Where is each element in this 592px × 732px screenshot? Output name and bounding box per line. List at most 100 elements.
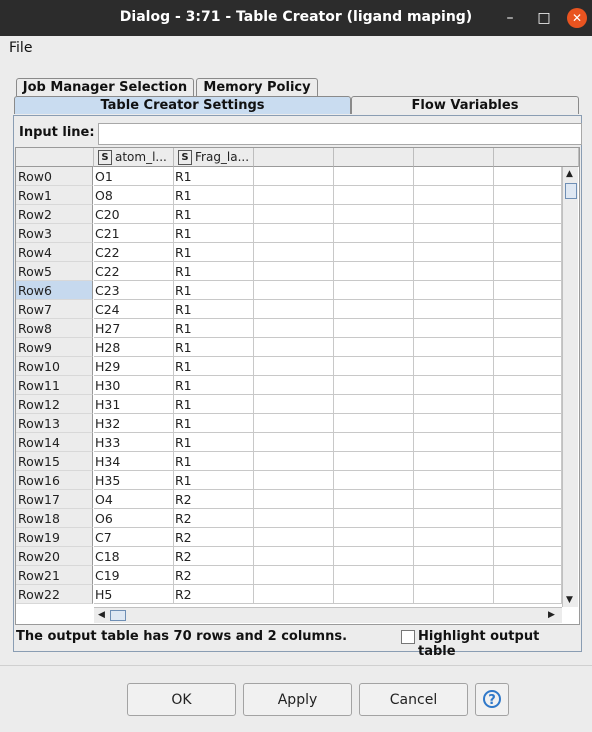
highlight-output-checkbox[interactable] [401,630,415,644]
cell-empty[interactable] [254,281,334,300]
cell-empty[interactable] [334,224,414,243]
cell-atom[interactable]: C22 [94,262,174,281]
cell-empty[interactable] [414,566,494,585]
row-header[interactable]: Row21 [16,566,93,585]
cell-empty[interactable] [254,490,334,509]
cell-empty[interactable] [414,433,494,452]
cell-empty[interactable] [334,338,414,357]
cell-empty[interactable] [414,585,494,604]
cell-atom[interactable]: H33 [94,433,174,452]
cell-empty[interactable] [254,433,334,452]
cell-atom[interactable]: H35 [94,471,174,490]
cell-empty[interactable] [254,376,334,395]
cell-empty[interactable] [334,357,414,376]
cell-atom[interactable]: H5 [94,585,174,604]
column-header-empty[interactable] [414,148,494,167]
row-header[interactable]: Row13 [16,414,93,433]
cell-empty[interactable] [254,224,334,243]
cell-atom[interactable]: C21 [94,224,174,243]
cell-atom[interactable]: H29 [94,357,174,376]
cell-empty[interactable] [334,585,414,604]
cell-empty[interactable] [334,300,414,319]
cell-atom[interactable]: H28 [94,338,174,357]
cell-atom[interactable]: H30 [94,376,174,395]
row-header[interactable]: Row9 [16,338,93,357]
cell-empty[interactable] [494,585,562,604]
cell-empty[interactable] [414,452,494,471]
cell-empty[interactable] [334,167,414,186]
cell-atom[interactable]: C20 [94,205,174,224]
cell-frag[interactable]: R1 [174,414,254,433]
cell-empty[interactable] [414,281,494,300]
cell-empty[interactable] [254,452,334,471]
cell-empty[interactable] [414,243,494,262]
cell-frag[interactable]: R1 [174,433,254,452]
cell-empty[interactable] [254,357,334,376]
cell-frag[interactable]: R1 [174,395,254,414]
cell-empty[interactable] [414,376,494,395]
cell-empty[interactable] [494,547,562,566]
row-header[interactable]: Row0 [16,167,93,186]
cell-empty[interactable] [414,186,494,205]
cell-empty[interactable] [414,395,494,414]
cell-empty[interactable] [254,471,334,490]
cell-empty[interactable] [494,262,562,281]
cancel-button[interactable]: Cancel [359,683,468,716]
cell-frag[interactable]: R2 [174,509,254,528]
vertical-scroll-thumb[interactable] [565,183,577,199]
cell-atom[interactable]: C7 [94,528,174,547]
cell-empty[interactable] [254,186,334,205]
row-header[interactable]: Row3 [16,224,93,243]
cell-empty[interactable] [334,528,414,547]
cell-empty[interactable] [254,566,334,585]
cell-atom[interactable]: O1 [94,167,174,186]
cell-empty[interactable] [414,547,494,566]
cell-empty[interactable] [414,414,494,433]
tab-table-creator-settings[interactable]: Table Creator Settings [14,96,351,114]
cell-frag[interactable]: R2 [174,490,254,509]
cell-empty[interactable] [494,338,562,357]
cell-empty[interactable] [254,262,334,281]
minimize-button[interactable]: – [500,8,520,28]
cell-frag[interactable]: R1 [174,319,254,338]
cell-empty[interactable] [494,224,562,243]
cell-frag[interactable]: R1 [174,281,254,300]
cell-frag[interactable]: R1 [174,186,254,205]
cell-empty[interactable] [254,205,334,224]
cell-frag[interactable]: R2 [174,585,254,604]
cell-empty[interactable] [334,433,414,452]
cell-frag[interactable]: R1 [174,376,254,395]
cell-frag[interactable]: R1 [174,262,254,281]
cell-atom[interactable]: H32 [94,414,174,433]
cell-empty[interactable] [494,376,562,395]
cell-atom[interactable]: C23 [94,281,174,300]
column-header-frag[interactable]: S Frag_la... [174,148,254,167]
cell-empty[interactable] [494,357,562,376]
cell-empty[interactable] [334,243,414,262]
tab-job-manager-selection[interactable]: Job Manager Selection [16,78,194,96]
row-header[interactable]: Row22 [16,585,93,604]
cell-empty[interactable] [334,262,414,281]
row-header[interactable]: Row6 [16,281,93,300]
horizontal-scroll-thumb[interactable] [110,610,126,621]
maximize-button[interactable]: □ [534,8,554,28]
row-header[interactable]: Row15 [16,452,93,471]
cell-empty[interactable] [334,414,414,433]
cell-empty[interactable] [414,167,494,186]
cell-atom[interactable]: O4 [94,490,174,509]
cell-empty[interactable] [334,376,414,395]
scroll-right-icon[interactable]: ▶ [548,610,555,620]
scroll-left-icon[interactable]: ◀ [98,610,105,620]
column-header-empty[interactable] [254,148,334,167]
cell-empty[interactable] [334,509,414,528]
highlight-output-label[interactable]: Highlight output table [418,629,581,659]
cell-atom[interactable]: O8 [94,186,174,205]
cell-frag[interactable]: R1 [174,452,254,471]
cell-empty[interactable] [254,585,334,604]
close-button[interactable]: ✕ [567,8,587,28]
cell-empty[interactable] [494,186,562,205]
cell-empty[interactable] [334,186,414,205]
cell-frag[interactable]: R1 [174,167,254,186]
cell-atom[interactable]: H27 [94,319,174,338]
column-header-empty[interactable] [494,148,579,167]
